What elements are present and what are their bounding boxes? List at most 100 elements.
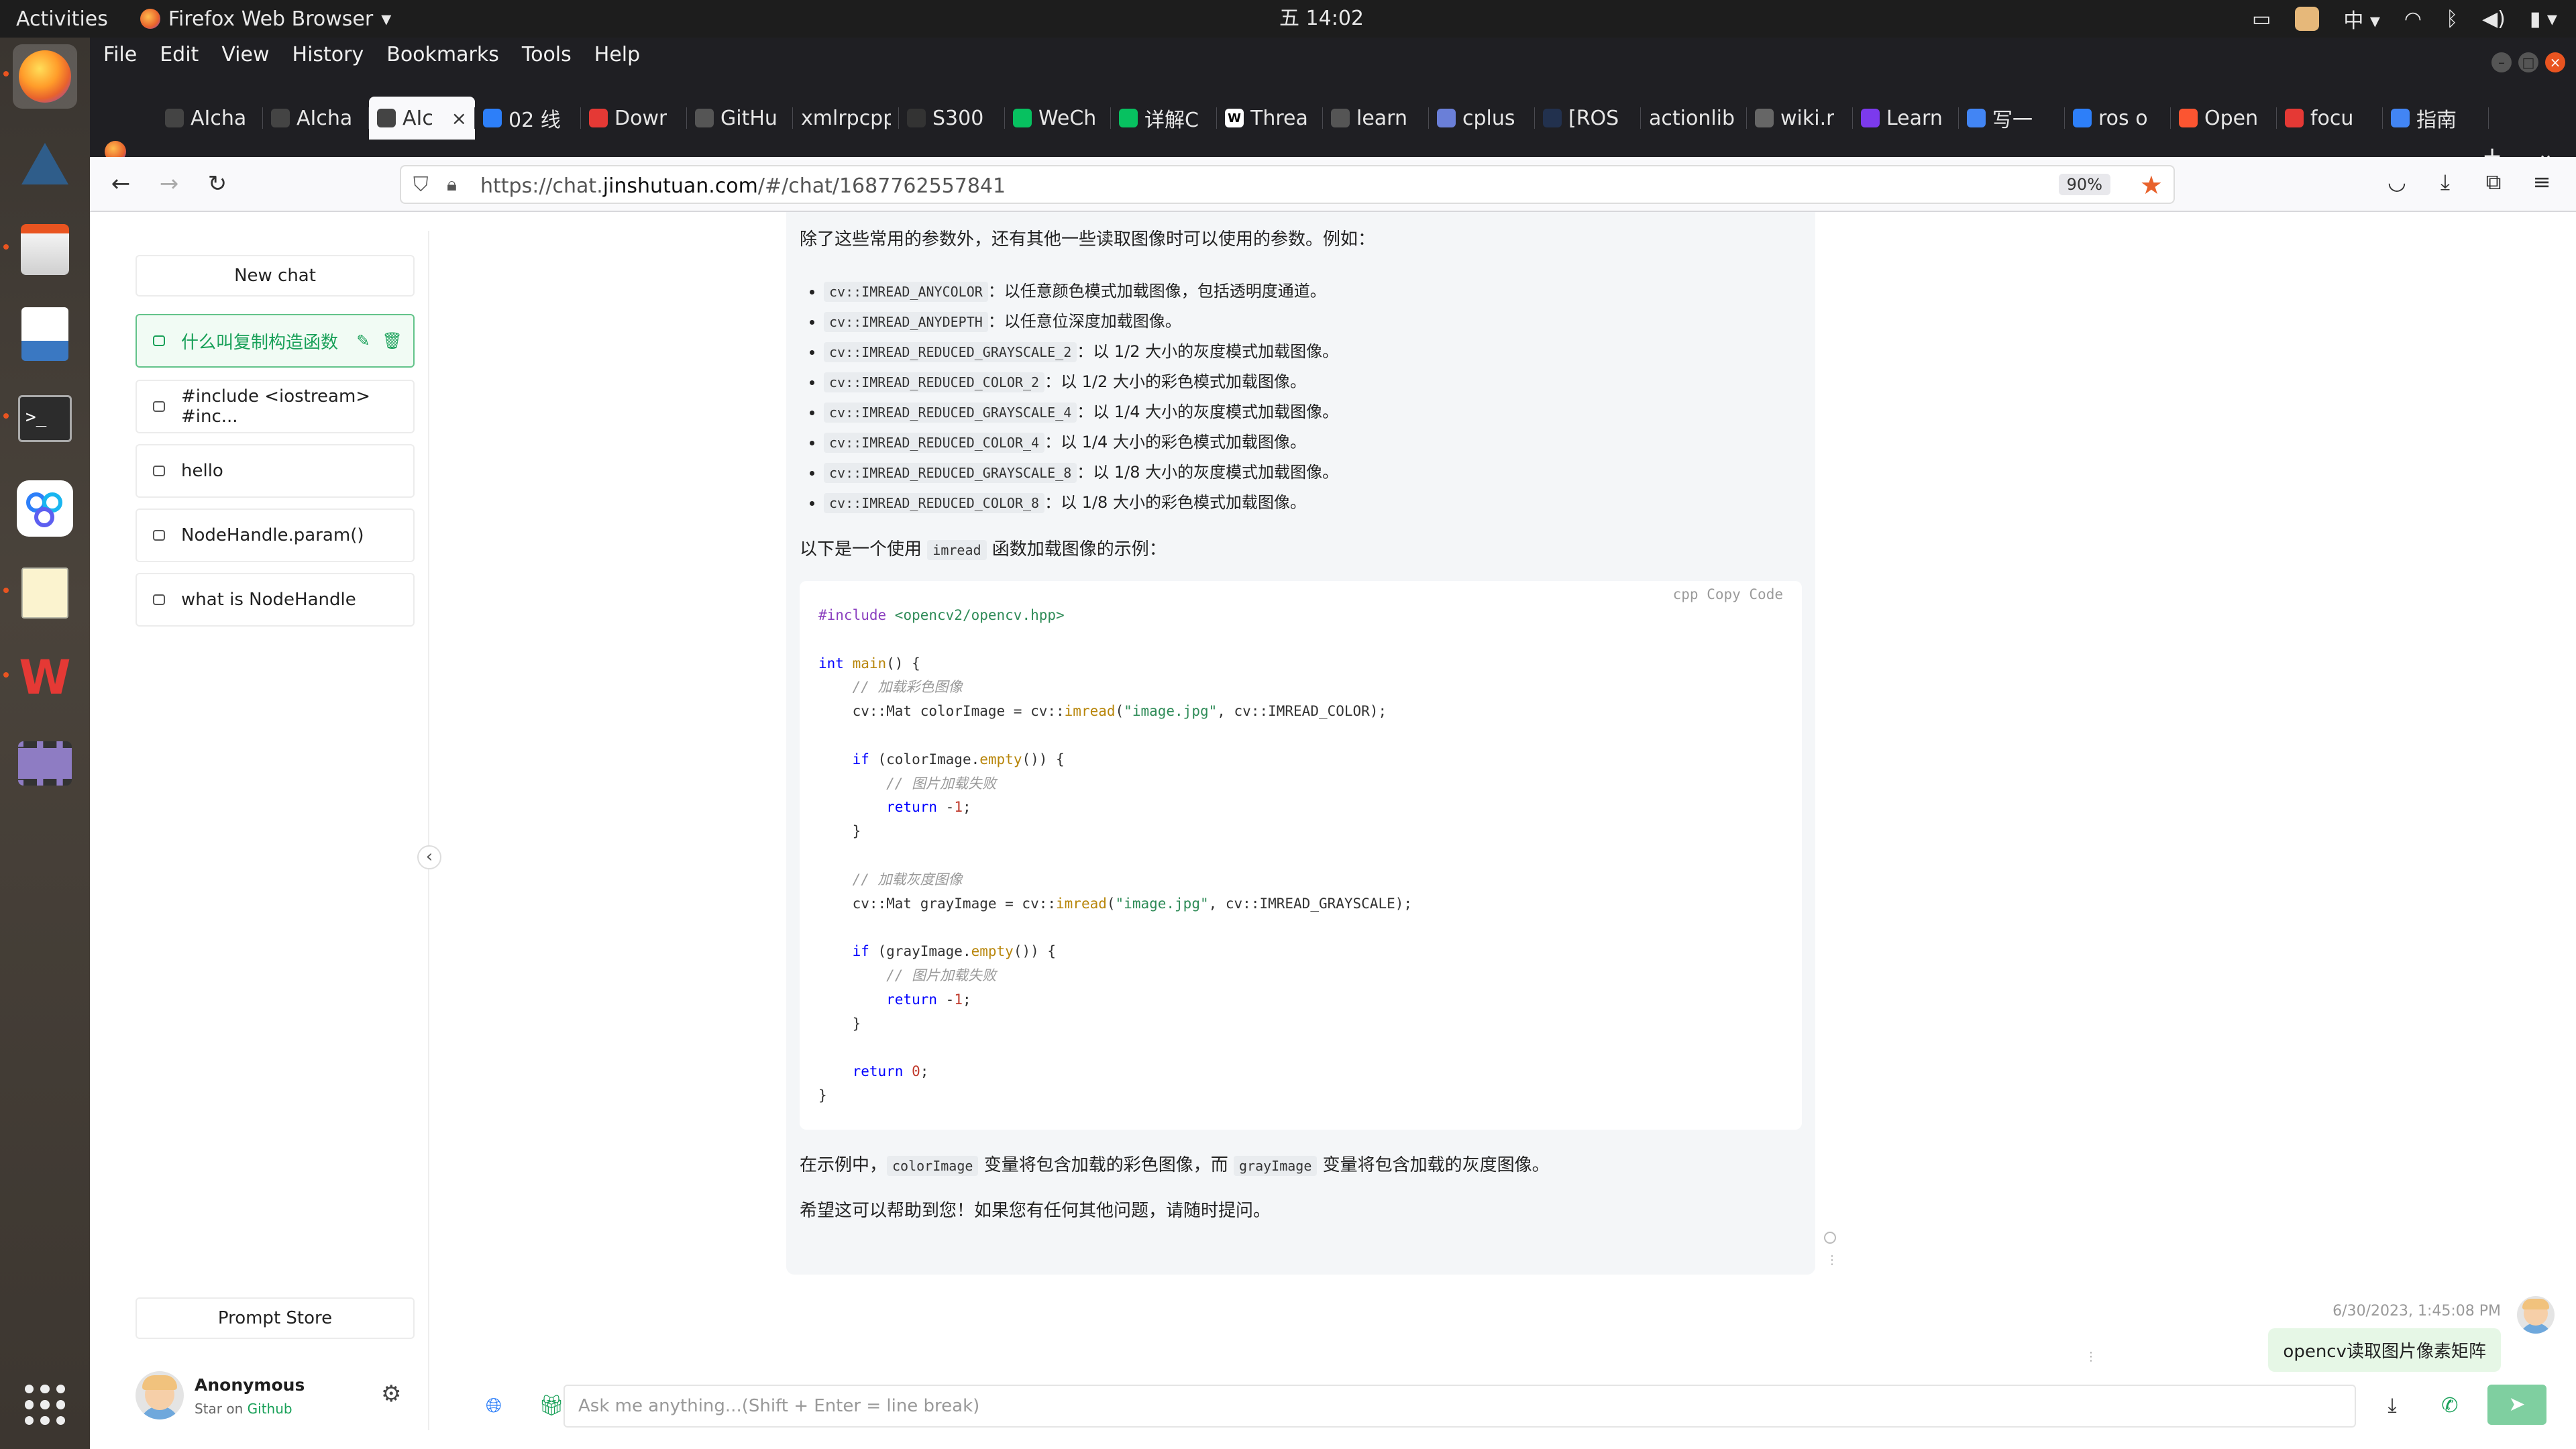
volume-icon[interactable]: ◀) [2482, 7, 2506, 31]
menu-tools[interactable]: Tools [518, 43, 576, 66]
browser-tab[interactable]: 写一 [1959, 97, 2065, 140]
dock-ros-app[interactable] [13, 131, 77, 196]
download-icon[interactable]: ⤓ [2379, 1393, 2406, 1419]
url-text: https://chat.jinshutuan.com/#/chat/16877… [480, 174, 1006, 198]
browser-tab[interactable]: xmlrpcpp [793, 97, 899, 140]
show-applications-button[interactable] [13, 1373, 77, 1437]
close-window-button[interactable]: × [2545, 52, 2565, 72]
minimize-button[interactable]: – [2491, 52, 2512, 72]
github-link[interactable]: Github [248, 1401, 292, 1417]
dock-video-player[interactable] [13, 731, 77, 796]
wifi-icon[interactable]: ◠ [2404, 7, 2422, 31]
url-bar[interactable]: ⛉ 🔒︎ https://chat.jinshutuan.com/#/chat/… [400, 165, 2175, 204]
browser-tab[interactable]: cplus [1429, 97, 1535, 140]
history-item-active[interactable]: 什么叫复制构造函数 ✎ 🗑︎ [136, 314, 415, 368]
input-method-indicator[interactable]: 中 ▾ [2343, 4, 2380, 34]
message-more-icon[interactable]: ⋮ [2085, 1350, 2097, 1364]
dock-text-editor[interactable] [3, 561, 77, 625]
edit-icon[interactable]: ✎ [356, 331, 370, 350]
browser-tab[interactable]: Learn [1853, 97, 1959, 140]
prompt-store-button[interactable]: Prompt Store [136, 1297, 415, 1339]
menu-history[interactable]: History [288, 43, 368, 66]
browser-tab[interactable]: AIcha [263, 97, 369, 140]
tracking-protection-shield-icon[interactable]: ⛉ [413, 173, 429, 197]
history-item[interactable]: what is NodeHandle [136, 573, 415, 627]
history-item[interactable]: NodeHandle.param() [136, 508, 415, 562]
app-menu[interactable]: Firefox Web Browser ▾ [140, 7, 391, 31]
pocket-icon[interactable]: ◡ [2381, 169, 2412, 195]
list-item: cv::IMREAD_REDUCED_COLOR_2：以 1/2 大小的彩色模式… [824, 367, 1338, 397]
extensions-icon[interactable]: ⧉ [2478, 169, 2509, 195]
menu-bookmarks[interactable]: Bookmarks [382, 43, 503, 66]
browser-tab[interactable]: S300 [899, 97, 1005, 140]
cat-indicator-icon[interactable] [2295, 7, 2320, 31]
browser-tab[interactable]: W Threa [1217, 97, 1323, 140]
reload-button[interactable]: ↻ [201, 168, 233, 200]
message-paragraph: 希望这可以帮助到您！如果您有任何其他问题，请随时提问。 [800, 1201, 1271, 1221]
message-more-icon[interactable]: ⋮ [1826, 1253, 1838, 1267]
history-item-label: NodeHandle.param() [181, 525, 364, 545]
text-editor-icon [21, 568, 68, 619]
close-tab-icon[interactable]: × [451, 107, 467, 129]
zoom-indicator[interactable]: 90% [2058, 174, 2110, 195]
video-player-icon [18, 741, 72, 786]
history-item[interactable]: hello [136, 444, 415, 498]
bookmark-star-icon[interactable]: ★ [2140, 170, 2163, 200]
tab-title: xmlrpcpp [801, 106, 891, 130]
camera-icon[interactable]: ▭ [2252, 7, 2271, 31]
activities-button[interactable]: Activities [16, 7, 108, 31]
trash-icon[interactable]: 🗑︎ [382, 331, 402, 350]
browser-tab[interactable]: 指南 [2383, 97, 2489, 140]
browser-tab[interactable]: GitHu [687, 97, 793, 140]
lock-icon[interactable]: 🔒︎ [447, 173, 457, 196]
browser-tab[interactable]: learn [1323, 97, 1429, 140]
list-item: cv::IMREAD_ANYDEPTH：以任意位深度加载图像。 [824, 307, 1338, 337]
browser-tab[interactable]: 详解C [1111, 97, 1217, 140]
dock-baidu-netdisk[interactable] [13, 476, 77, 541]
terminal-icon: >_ [18, 395, 72, 442]
clock[interactable]: 五 14:02 [1254, 0, 1389, 38]
browser-tab[interactable]: ros o [2065, 97, 2171, 140]
browser-tab[interactable]: actionlib [1641, 97, 1747, 140]
browser-tab[interactable]: AIcha [157, 97, 263, 140]
browser-tab[interactable]: wiki.r [1747, 97, 1853, 140]
downloads-icon[interactable]: ⤓ [2430, 169, 2461, 195]
browser-tab[interactable]: Dowr [581, 97, 687, 140]
maximize-button[interactable]: □ [2518, 52, 2538, 72]
chat-input[interactable]: Ask me anything...(Shift + Enter = line … [564, 1385, 2356, 1428]
bluetooth-icon[interactable]: ᛒ [2446, 7, 2458, 31]
list-item: cv::IMREAD_REDUCED_COLOR_8：以 1/8 大小的彩色模式… [824, 488, 1338, 518]
dock-terminal[interactable]: >_ [3, 386, 77, 451]
gift-icon[interactable]: 🎁︎ [538, 1393, 565, 1419]
browser-tab[interactable]: Open [2171, 97, 2277, 140]
menu-help[interactable]: Help [590, 43, 644, 66]
browser-tab[interactable]: [ROS [1535, 97, 1641, 140]
whatsapp-style-icon[interactable]: ✆ [2436, 1393, 2463, 1419]
csdn-icon [2179, 109, 2198, 127]
dock-file-manager[interactable] [3, 217, 77, 282]
browser-tab[interactable]: focu [2277, 97, 2383, 140]
menu-edit[interactable]: Edit [156, 43, 203, 66]
new-chat-button[interactable]: New chat [136, 255, 415, 297]
menu-view[interactable]: View [217, 43, 273, 66]
send-button[interactable]: ➤ [2487, 1385, 2546, 1425]
image-viewer-icon [21, 307, 68, 361]
menu-file[interactable]: File [99, 43, 141, 66]
settings-gear-icon[interactable]: ⚙ [381, 1381, 401, 1407]
history-item[interactable]: #include <iostream> #inc... [136, 380, 415, 433]
dock-image-viewer[interactable] [13, 302, 77, 366]
browser-tab[interactable]: WeCh [1005, 97, 1111, 140]
battery-icon[interactable]: ▮ ▾ [2530, 7, 2557, 31]
globe-icon[interactable]: 🌐︎ [480, 1393, 507, 1419]
copy-code-button[interactable]: cpp Copy Code [1673, 586, 1783, 602]
browser-tab[interactable]: 02 线 [475, 97, 581, 140]
forward-button[interactable]: → [153, 168, 185, 200]
dock-wps-office[interactable]: W [3, 645, 77, 710]
dock-firefox[interactable] [3, 44, 77, 109]
app-name: Firefox Web Browser [168, 7, 374, 31]
wechat-icon [1119, 109, 1138, 127]
browser-tab[interactable]: AIc × [369, 97, 475, 140]
hamburger-menu-icon[interactable]: ≡ [2526, 169, 2557, 195]
back-button[interactable]: ← [105, 168, 137, 200]
code-line: } [818, 1015, 861, 1032]
